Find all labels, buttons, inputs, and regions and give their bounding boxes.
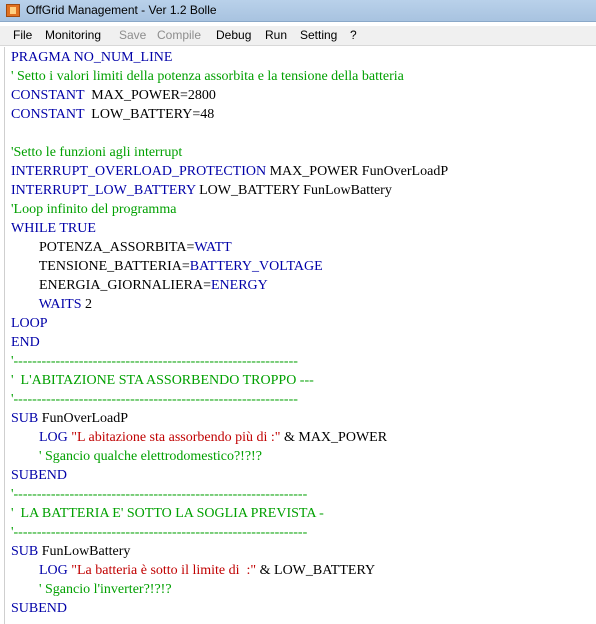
code-line[interactable]: CONSTANT MAX_POWER=2800 xyxy=(11,86,216,105)
code-token-kw: WATT xyxy=(194,240,232,255)
code-line[interactable]: ' LA BATTERIA E' SOTTO LA SOGLIA PREVIST… xyxy=(11,504,324,523)
code-line[interactable]: '---------------------------------------… xyxy=(11,390,298,409)
code-line[interactable]: ' Sgancio qualche elettrodomestico?!?!? xyxy=(11,447,262,466)
menu-run[interactable]: Run xyxy=(265,28,287,42)
code-token-plain: FunLowBattery xyxy=(38,544,131,559)
code-line[interactable]: SUB FunOverLoadP xyxy=(11,409,128,428)
code-token-plain: ENERGIA_GIORNALIERA= xyxy=(11,278,211,293)
code-line[interactable]: ' Sgancio l'inverter?!?!? xyxy=(11,580,172,599)
code-line[interactable]: CONSTANT LOW_BATTERY=48 xyxy=(11,105,214,124)
code-token-kw: END xyxy=(11,335,40,350)
code-token-kw: INTERRUPT_LOW_BATTERY xyxy=(11,183,196,198)
code-token-plain: LOW_BATTERY=48 xyxy=(87,107,215,122)
code-token-cm: '---------------------------------------… xyxy=(11,354,298,369)
code-token-kw: PRAGMA NO_NUM_LINE xyxy=(11,50,173,65)
menu-setting[interactable]: Setting xyxy=(300,28,337,42)
app-icon xyxy=(6,4,20,17)
code-token-cm: 'Loop infinito del programma xyxy=(11,202,177,217)
code-line[interactable]: WAITS 2 xyxy=(11,295,92,314)
code-token-kw: CONSTANT xyxy=(11,88,88,103)
code-token-cm: ' Sgancio qualche elettrodomestico?!?!? xyxy=(11,449,262,464)
menu-debug[interactable]: Debug xyxy=(216,28,251,42)
code-token-plain: POTENZA_ASSORBITA= xyxy=(11,240,195,255)
code-token-str: "La batteria è sotto il limite di :" xyxy=(67,563,257,578)
code-line[interactable]: '---------------------------------------… xyxy=(11,485,307,504)
code-line[interactable]: WHILE TRUE xyxy=(11,219,96,238)
code-line[interactable]: ' L'ABITAZIONE STA ASSORBENDO TROPPO --- xyxy=(11,371,314,390)
code-token-kw: INTERRUPT_OVERLOAD_PROTECTION xyxy=(11,164,267,179)
code-line[interactable]: ENERGIA_GIORNALIERA=ENERGY xyxy=(11,276,268,295)
code-editor[interactable]: PRAGMA NO_NUM_LINE ' Setto i valori limit… xyxy=(4,47,596,624)
menu-compile[interactable]: Compile xyxy=(157,28,201,42)
menu-file[interactable]: File xyxy=(13,28,32,42)
code-line[interactable]: PRAGMA NO_NUM_LINE xyxy=(11,48,172,67)
code-token-plain: 2 xyxy=(81,297,93,312)
menu-save[interactable]: Save xyxy=(119,28,146,42)
code-line[interactable]: SUBEND xyxy=(11,599,67,618)
code-line[interactable]: ' Setto i valori limiti della potenza as… xyxy=(11,67,404,86)
code-token-plain: & MAX_POWER xyxy=(280,430,388,445)
code-line[interactable]: SUBEND xyxy=(11,466,67,485)
code-token-kw: WAITS xyxy=(38,297,82,312)
code-line[interactable]: 'Setto le funzioni agli interrupt xyxy=(11,143,182,162)
code-token-plain: FunOverLoadP xyxy=(38,411,129,426)
code-line[interactable]: TENSIONE_BATTERIA=BATTERY_VOLTAGE xyxy=(11,257,323,276)
code-token-kw: SUB xyxy=(11,411,39,426)
code-line[interactable]: LOG "L abitazione sta assorbendo più di … xyxy=(11,428,387,447)
code-line[interactable]: SUB FunLowBattery xyxy=(11,542,130,561)
code-token-plain: MAX_POWER=2800 xyxy=(87,88,216,103)
code-token-kw: BATTERY_VOLTAGE xyxy=(189,259,323,274)
code-token-kw: SUB xyxy=(11,544,39,559)
code-token-cm: 'Setto le funzioni agli interrupt xyxy=(11,145,183,160)
code-token-kw: SUBEND xyxy=(11,468,68,483)
code-token-kw: CONSTANT xyxy=(11,107,88,122)
code-token-cm: '---------------------------------------… xyxy=(11,487,308,502)
code-token-cm: ' LA BATTERIA E' SOTTO LA SOGLIA PREVIST… xyxy=(11,506,324,521)
code-token-cm: '---------------------------------------… xyxy=(11,392,298,407)
code-token-plain: & LOW_BATTERY xyxy=(256,563,376,578)
code-line[interactable]: INTERRUPT_LOW_BATTERY LOW_BATTERY FunLow… xyxy=(11,181,392,200)
menu-help[interactable]: ? xyxy=(350,28,357,42)
title-bar[interactable]: OffGrid Management - Ver 1.2 Bolle xyxy=(0,0,596,22)
code-token-cm: ' Sgancio l'inverter?!?!? xyxy=(11,582,172,597)
code-line[interactable]: '---------------------------------------… xyxy=(11,523,307,542)
code-line[interactable]: '---------------------------------------… xyxy=(11,352,298,371)
code-token-str: "L abitazione sta assorbendo più di :" xyxy=(67,430,281,445)
code-line[interactable]: INTERRUPT_OVERLOAD_PROTECTION MAX_POWER … xyxy=(11,162,448,181)
code-token-plain: TENSIONE_BATTERIA= xyxy=(11,259,190,274)
code-line[interactable]: LOOP xyxy=(11,314,48,333)
menu-bar: File Monitoring Save Compile Debug Run S… xyxy=(0,26,596,46)
code-line[interactable]: LOG "La batteria è sotto il limite di :"… xyxy=(11,561,375,580)
code-line[interactable]: 'Loop infinito del programma xyxy=(11,200,176,219)
code-token-kw: LOOP xyxy=(11,316,48,331)
code-token-kw: SUBEND xyxy=(11,601,68,616)
code-token-plain: LOW_BATTERY FunLowBattery xyxy=(195,183,392,198)
menu-monitoring[interactable]: Monitoring xyxy=(45,28,101,42)
code-token-plain: MAX_POWER FunOverLoadP xyxy=(266,164,449,179)
code-token-cm: '---------------------------------------… xyxy=(11,525,308,540)
code-token-kw: ENERGY xyxy=(211,278,268,293)
code-token-cm: ' Setto i valori limiti della potenza as… xyxy=(11,69,404,84)
code-token-kw: LOG xyxy=(39,563,68,578)
code-token-kw: WHILE TRUE xyxy=(11,221,96,236)
window-title: OffGrid Management - Ver 1.2 Bolle xyxy=(26,3,217,17)
code-token-cm: ' L'ABITAZIONE STA ASSORBENDO TROPPO --- xyxy=(11,373,314,388)
code-token-kw: LOG xyxy=(39,430,68,445)
code-line[interactable]: POTENZA_ASSORBITA=WATT xyxy=(11,238,232,257)
code-line[interactable]: END xyxy=(11,333,40,352)
